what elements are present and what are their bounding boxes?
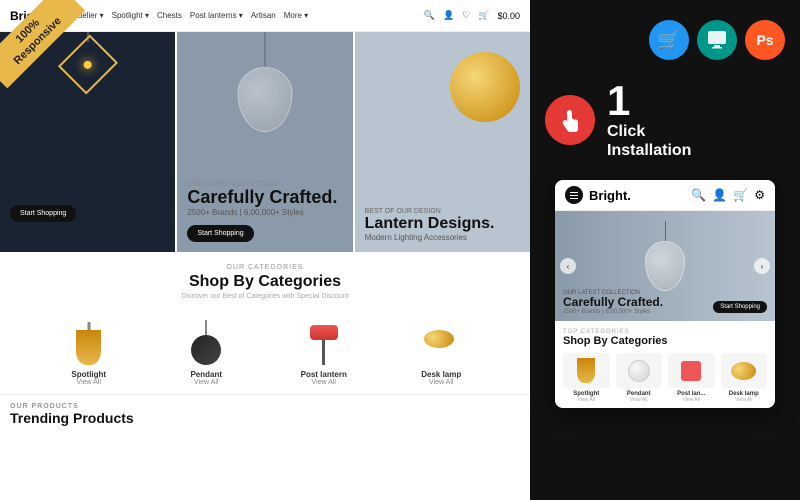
mobile-next-arrow[interactable]: › bbox=[754, 258, 770, 274]
mobile-logo: Bright. bbox=[589, 188, 691, 203]
mobile-search-icon[interactable]: 🔍 bbox=[691, 188, 706, 202]
account-icon[interactable]: 👤 bbox=[443, 10, 454, 21]
cat-pendant-link[interactable]: View All bbox=[161, 379, 251, 386]
click-install-label: Click Installation bbox=[607, 122, 691, 160]
spotlight-image bbox=[44, 310, 134, 365]
ps-feature-icon: Ps bbox=[745, 20, 785, 60]
mobile-cat-desklamp-img bbox=[721, 353, 768, 388]
trending-title: Trending Products bbox=[10, 410, 520, 426]
mobile-hero-title: Carefully Crafted. bbox=[563, 296, 663, 309]
cart-feature-icon: 🛒 bbox=[649, 20, 689, 60]
nav-spotlight[interactable]: Spotlight ▾ bbox=[112, 11, 149, 20]
pendant-image bbox=[161, 310, 251, 365]
mobile-cat-pendant[interactable]: Pendant View All bbox=[616, 353, 663, 403]
mobile-cat-spotlight-img bbox=[563, 353, 610, 388]
nav-chests[interactable]: Chests bbox=[157, 11, 182, 20]
mobile-header: Bright. 🔍 👤 🛒 ⚙ bbox=[555, 180, 775, 211]
mobile-cat-pendant-img bbox=[616, 353, 663, 388]
categories-desc: Discover our Best of Categories with Spe… bbox=[10, 293, 520, 300]
ribbon-text: 100% Responsive bbox=[0, 0, 85, 88]
mobile-hero-lamp bbox=[645, 221, 685, 291]
mobile-cat-postlantern[interactable]: Post lan... View All bbox=[668, 353, 715, 403]
cat-postlantern-name: Post lantern bbox=[279, 370, 369, 379]
mobile-settings-icon[interactable]: ⚙ bbox=[754, 188, 765, 202]
spotlight-lamp-icon bbox=[76, 330, 101, 365]
pendant-lamp bbox=[237, 32, 292, 132]
click-installation-block: 1 Click Installation bbox=[545, 80, 691, 160]
pendant-lamp-icon bbox=[191, 335, 221, 365]
cat-spotlight-link[interactable]: View All bbox=[44, 379, 134, 386]
cat-postlantern-link[interactable]: View All bbox=[279, 379, 369, 386]
categories-title: Shop By Categories bbox=[10, 273, 520, 291]
hero-3-subheading: Modern Lighting Accessories bbox=[365, 233, 495, 242]
mobile-hero: ‹ › OUR LATEST COLLECTION Carefully Craf… bbox=[555, 211, 775, 321]
categories-section: OUR CATEGORIES Shop By Categories Discov… bbox=[0, 252, 530, 394]
category-desk-lamp[interactable]: Desk lamp View All bbox=[396, 310, 486, 386]
responsive-ribbon: 100% Responsive bbox=[0, 0, 90, 90]
click-install-text: 1 Click Installation bbox=[607, 80, 691, 160]
hero-panel-2-content: OUR LATEST COLLECTION Carefully Crafted.… bbox=[187, 181, 337, 242]
hero-3-heading: Lantern Designs. bbox=[365, 215, 495, 233]
start-shopping-btn-2[interactable]: Start Shopping bbox=[187, 225, 253, 242]
mobile-hero-desc: 2500+ Brands | 6,00,000+ Styles bbox=[563, 309, 663, 315]
mobile-cat-desklamp-link[interactable]: View All bbox=[721, 397, 768, 403]
feature-icons-row: 🛒 Ps bbox=[649, 20, 785, 60]
category-pendant[interactable]: Pendant View All bbox=[161, 310, 251, 386]
mobile-nav-icons: 🔍 👤 🛒 ⚙ bbox=[691, 188, 765, 202]
mobile-cat-postlantern-img bbox=[668, 353, 715, 388]
mobile-prev-arrow[interactable]: ‹ bbox=[560, 258, 576, 274]
nav-more[interactable]: More ▾ bbox=[284, 11, 308, 20]
cat-pendant-name: Pendant bbox=[161, 370, 251, 379]
cat-desklamp-link[interactable]: View All bbox=[396, 379, 486, 386]
hero-2-subheading: 2500+ Brands | 6,00,000+ Styles bbox=[187, 208, 337, 217]
start-shopping-btn-1[interactable]: Start Shopping bbox=[10, 205, 76, 222]
mobile-cat-title: Shop By Categories bbox=[563, 335, 767, 347]
category-grid: Spotlight View All Pendant View All bbox=[10, 310, 520, 386]
mobile-account-icon[interactable]: 👤 bbox=[712, 188, 727, 202]
hero-panel-3-content: BEST OF OUR DESIGN Lantern Designs. Mode… bbox=[365, 208, 495, 242]
category-post-lantern[interactable]: Post lantern View All bbox=[279, 310, 369, 386]
cat-desklamp-name: Desk lamp bbox=[396, 370, 486, 379]
site-nav: Chandelier ▾ Spotlight ▾ Chests Post lan… bbox=[59, 11, 424, 20]
mobile-categories: TOP CATEGORIES Shop By Categories Spotli… bbox=[555, 321, 775, 408]
mobile-shop-btn[interactable]: Start Shopping bbox=[713, 301, 767, 313]
post-lamp-icon bbox=[314, 325, 334, 365]
post-lantern-image bbox=[279, 310, 369, 365]
hero-3-bestlabel: BEST OF OUR DESIGN bbox=[365, 208, 495, 215]
nav-post-lantern[interactable]: Post lanterns ▾ bbox=[190, 11, 243, 20]
hamburger-icon[interactable] bbox=[565, 186, 583, 204]
search-icon[interactable]: 🔍 bbox=[424, 10, 435, 21]
trending-sublabel: OUR PRODUCTS bbox=[10, 403, 520, 410]
mobile-cart-icon[interactable]: 🛒 bbox=[733, 188, 748, 202]
trending-section: OUR PRODUCTS Trending Products bbox=[0, 394, 530, 431]
right-panel: 🛒 Ps 1 Click Installation bbox=[530, 0, 800, 500]
mobile-hero-text: OUR LATEST COLLECTION Carefully Crafted.… bbox=[563, 290, 663, 315]
mobile-cat-spotlight[interactable]: Spotlight View All bbox=[563, 353, 610, 403]
mobile-cat-desklamp[interactable]: Desk lamp View All bbox=[721, 353, 768, 403]
mobile-cat-spotlight-link[interactable]: View All bbox=[563, 397, 610, 403]
desk-lamp-image bbox=[396, 310, 486, 365]
cart-icon[interactable]: 🛒 bbox=[478, 10, 489, 21]
click-finger-icon bbox=[545, 95, 595, 145]
click-number: 1 bbox=[607, 77, 630, 124]
mobile-cat-pendant-link[interactable]: View All bbox=[616, 397, 663, 403]
category-spotlight[interactable]: Spotlight View All bbox=[44, 310, 134, 386]
sphere-lamp bbox=[450, 52, 520, 122]
hero-panel-1-content: Start Shopping bbox=[10, 202, 76, 222]
mobile-preview: Bright. 🔍 👤 🛒 ⚙ ‹ › OUR LATEST COLLECTIO… bbox=[555, 180, 775, 408]
site-header-right: 🔍 👤 ♡ 🛒 $0.00 bbox=[424, 10, 520, 21]
mobile-cat-postlantern-link[interactable]: View All bbox=[668, 397, 715, 403]
categories-sublabel: OUR CATEGORIES bbox=[10, 264, 520, 271]
wishlist-icon[interactable]: ♡ bbox=[462, 10, 470, 21]
cat-spotlight-name: Spotlight bbox=[44, 370, 134, 379]
desk-lamp-icon bbox=[424, 330, 459, 365]
cart-total: $0.00 bbox=[497, 11, 520, 21]
hero-panel-3: BEST OF OUR DESIGN Lantern Designs. Mode… bbox=[355, 32, 530, 252]
hero-panel-2: OUR LATEST COLLECTION Carefully Crafted.… bbox=[177, 32, 354, 252]
mobile-cat-grid: Spotlight View All Pendant View All Post… bbox=[563, 353, 767, 403]
nav-artisan[interactable]: Artisan bbox=[251, 11, 276, 20]
hero-2-heading: Carefully Crafted. bbox=[187, 188, 337, 208]
monitor-feature-icon bbox=[697, 20, 737, 60]
